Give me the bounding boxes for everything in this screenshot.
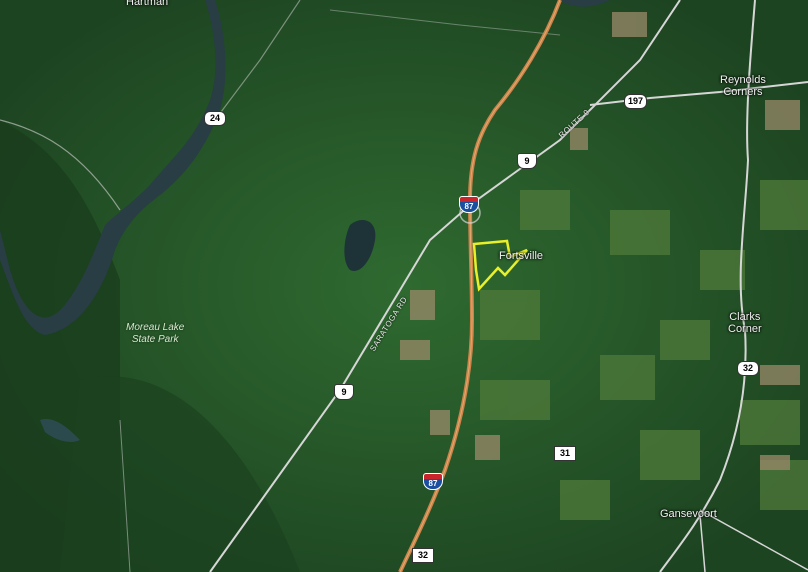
place-reynolds-corners: Reynolds Corners	[720, 74, 766, 98]
map-imagery	[0, 0, 808, 572]
place-gansevoort: Gansevoort	[660, 508, 717, 520]
place-clarks-corner: Clarks Corner	[728, 311, 762, 335]
route-24-shield: 24	[204, 111, 226, 126]
route-197-shield: 197	[624, 94, 648, 109]
route-32-shield-south: 32	[412, 548, 434, 563]
route-31-shield: 31	[554, 446, 576, 461]
interstate-87-shield-north: 87	[459, 196, 479, 214]
satellite-map[interactable]: Hartman Reynolds Corners Fortsville Clar…	[0, 0, 808, 572]
park-moreau-lake: Moreau Lake State Park	[126, 322, 185, 345]
us-9-shield-north: 9	[517, 153, 537, 169]
place-fortsville: Fortsville	[499, 250, 544, 262]
us-9-shield-south: 9	[334, 384, 354, 400]
route-32-shield-east: 32	[737, 361, 759, 376]
interstate-87-shield-south: 87	[423, 473, 443, 491]
place-hartman: Hartman	[126, 0, 169, 8]
